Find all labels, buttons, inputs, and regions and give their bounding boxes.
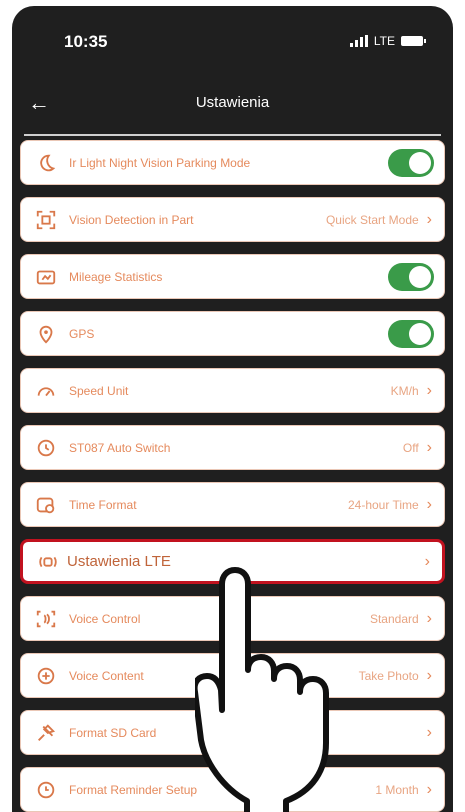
- setting-row-auto-switch[interactable]: ST087 Auto Switch Off ›: [20, 425, 445, 470]
- signal-icon: [349, 35, 368, 47]
- toggle-switch[interactable]: [388, 262, 434, 291]
- setting-value: Off: [402, 440, 419, 455]
- setting-label: Time Format: [69, 497, 137, 512]
- nav-bar: ← Ustawienia: [12, 84, 453, 128]
- setting-row-speed-unit[interactable]: Speed Unit KM/h ›: [20, 368, 445, 413]
- speedometer-icon: [33, 378, 59, 404]
- page-title: Ustawienia: [195, 94, 270, 111]
- toggle-switch[interactable]: [388, 319, 434, 348]
- chevron-right-icon: ›: [426, 666, 432, 684]
- chevron-right-icon: ›: [424, 552, 430, 570]
- status-indicators: LTE: [349, 34, 426, 48]
- clock-icon: [33, 435, 59, 461]
- status-time: 10:35: [64, 32, 108, 51]
- chevron-right-icon: ›: [426, 780, 432, 798]
- gps-icon: [33, 321, 59, 347]
- setting-label: Speed Unit: [69, 383, 129, 398]
- setting-row-mileage[interactable]: Mileage Statistics: [20, 254, 445, 299]
- status-bar: 10:35 LTE: [12, 6, 453, 86]
- setting-value: Quick Start Mode: [325, 212, 419, 227]
- setting-label: GPS: [69, 326, 95, 341]
- setting-value: 24-hour Time: [347, 497, 419, 512]
- setting-value: 1 Month: [375, 782, 419, 797]
- battery-icon: [401, 36, 426, 46]
- voice-icon: [33, 606, 59, 632]
- chevron-right-icon: ›: [426, 438, 432, 456]
- network-label: LTE: [373, 34, 395, 48]
- setting-label: Vision Detection in Part: [69, 212, 194, 227]
- dashboard-icon: [33, 264, 59, 290]
- sd-card-icon: [33, 720, 59, 746]
- chevron-right-icon: ›: [426, 723, 432, 741]
- toggle-switch[interactable]: [388, 148, 434, 177]
- scan-icon: [33, 207, 59, 233]
- setting-row-vision-detection[interactable]: Vision Detection in Part Quick Start Mod…: [20, 197, 445, 242]
- lte-icon: [35, 549, 61, 575]
- setting-value: Take Photo: [358, 668, 419, 683]
- divider: [24, 134, 441, 136]
- reminder-icon: [33, 777, 59, 803]
- setting-label: ST087 Auto Switch: [69, 440, 171, 455]
- chevron-right-icon: ›: [426, 495, 432, 513]
- setting-row-night-vision[interactable]: Ir Light Night Vision Parking Mode: [20, 140, 445, 185]
- time-format-icon: [33, 492, 59, 518]
- setting-row-gps[interactable]: GPS: [20, 311, 445, 356]
- pointing-hand-icon: [195, 567, 329, 812]
- chevron-right-icon: ›: [426, 381, 432, 399]
- setting-row-time-format[interactable]: Time Format 24-hour Time ›: [20, 482, 445, 527]
- setting-label: Ir Light Night Vision Parking Mode: [69, 155, 251, 170]
- moon-icon: [33, 150, 59, 176]
- setting-label: Mileage Statistics: [69, 269, 163, 284]
- voice-content-icon: [33, 663, 59, 689]
- chevron-right-icon: ›: [426, 609, 432, 627]
- setting-value: KM/h: [390, 383, 419, 398]
- chevron-right-icon: ›: [426, 210, 432, 228]
- setting-value: Standard: [369, 611, 419, 626]
